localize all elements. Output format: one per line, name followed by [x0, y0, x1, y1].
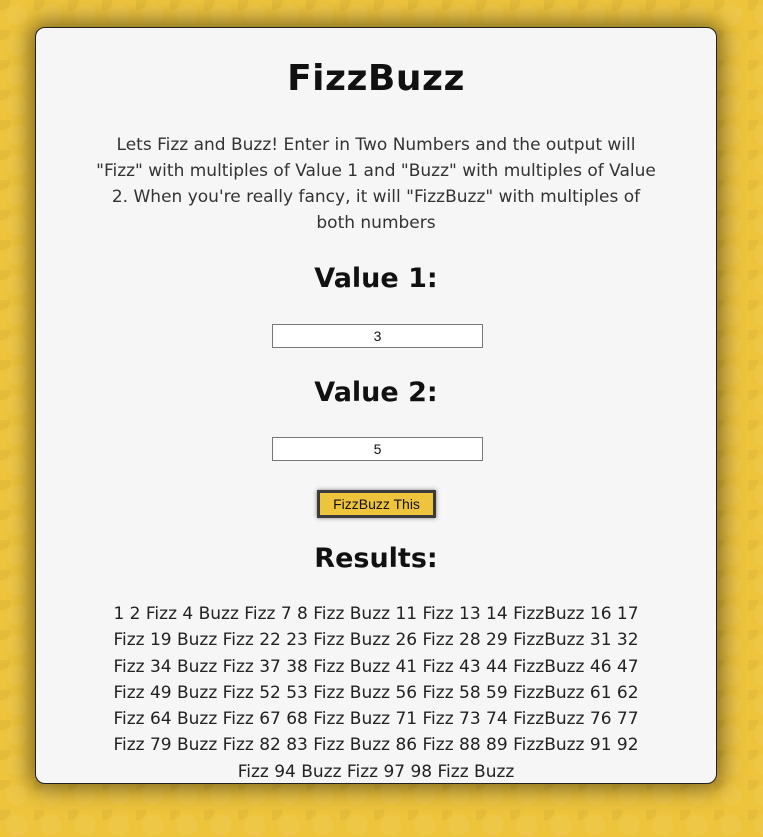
fizzbuzz-card: FizzBuzz Lets Fizz and Buzz! Enter in Tw… — [35, 27, 717, 784]
value2-label: Value 2: — [314, 377, 438, 408]
page-title: FizzBuzz — [287, 58, 465, 99]
results-heading: Results: — [314, 543, 438, 574]
value2-input[interactable] — [272, 437, 483, 461]
value1-input[interactable] — [272, 324, 483, 348]
description-text: Lets Fizz and Buzz! Enter in Two Numbers… — [96, 135, 656, 233]
fizzbuzz-button[interactable]: FizzBuzz This — [317, 490, 436, 518]
value1-label: Value 1: — [314, 263, 438, 294]
results-output: 1 2 Fizz 4 Buzz Fizz 7 8 Fizz Buzz 11 Fi… — [113, 604, 639, 782]
